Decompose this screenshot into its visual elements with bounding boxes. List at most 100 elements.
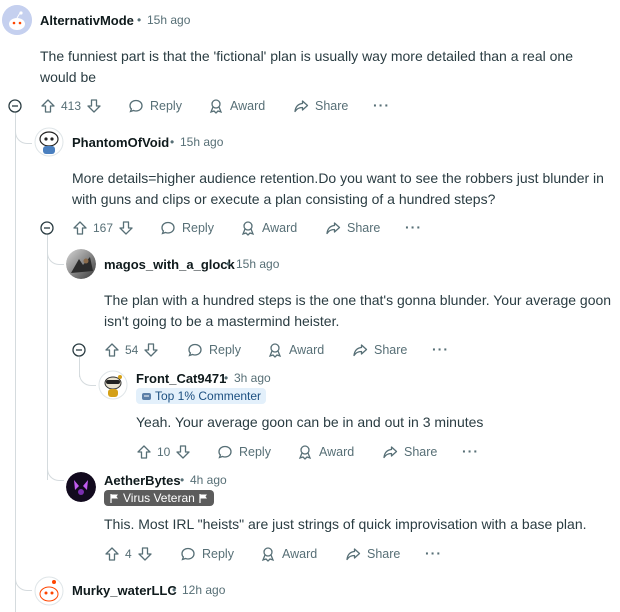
more-icon[interactable]: ··· [462,443,479,459]
reply-button[interactable]: Reply [128,98,182,114]
vote-count: 54 [125,343,139,357]
reply-icon [129,99,143,113]
vote-count: 167 [93,221,114,235]
award-icon [298,445,312,460]
separator-dot: • [170,135,175,149]
share-icon [326,222,341,235]
username[interactable]: Murky_waterLLC [72,583,177,598]
user-flair-badge[interactable]: Virus Veteran [104,490,214,506]
separator-dot: • [172,583,177,597]
share-button[interactable]: Share [345,546,400,562]
timestamp[interactable]: 15h ago [236,257,279,271]
reply-icon [181,547,195,561]
share-button[interactable]: Share [352,342,407,358]
more-icon[interactable]: ··· [432,341,449,357]
thread-line-0[interactable] [15,112,16,612]
avatar[interactable] [98,370,128,400]
reply-icon [188,343,202,357]
username[interactable]: AlternativMode [40,13,134,28]
award-button[interactable]: Award [208,98,265,114]
award-icon [209,99,223,114]
downvote-icon[interactable] [175,444,191,460]
comment-body: Yeah. Your average goon can be in and ou… [136,414,484,430]
upvote-icon[interactable] [40,98,56,114]
downvote-icon[interactable] [86,98,102,114]
timestamp[interactable]: 15h ago [147,13,190,27]
share-icon [346,548,361,561]
vote-count: 413 [61,99,82,113]
thread-curve [15,108,32,144]
collapse-icon[interactable] [72,343,86,357]
share-icon [383,446,398,459]
upvote-icon[interactable] [72,220,88,236]
reply-button[interactable]: Reply [187,342,241,358]
upvote-icon[interactable] [136,444,152,460]
separator-dot: • [226,257,231,271]
comment-badge-icon [142,392,151,400]
avatar[interactable] [66,472,96,502]
downvote-icon[interactable] [137,546,153,562]
snoo-avatar-icon [34,576,64,606]
more-icon[interactable]: ··· [405,219,422,235]
reply-icon [161,221,175,235]
upvote-icon[interactable] [104,546,120,562]
thread-curve [47,450,64,481]
award-button[interactable]: Award [260,546,317,562]
username[interactable]: AetherBytes [104,473,181,488]
vote-group: 10 [136,444,191,460]
separator-dot: • [180,473,185,487]
separator-dot: • [224,371,229,385]
share-button[interactable]: Share [382,444,437,460]
vote-count: 10 [157,445,171,459]
award-icon [268,343,282,358]
more-icon[interactable]: ··· [373,97,390,113]
comment-body: The plan with a hundred steps is the one… [104,292,612,329]
share-button[interactable]: Share [293,98,348,114]
timestamp[interactable]: 12h ago [182,583,225,597]
timestamp[interactable]: 4h ago [190,473,227,487]
award-icon [241,221,255,236]
avatar[interactable] [2,5,32,35]
reply-button[interactable]: Reply [180,546,234,562]
thread-curve [79,357,96,386]
avatar[interactable] [66,249,96,279]
vote-group: 54 [104,342,159,358]
thread-line-1[interactable] [47,235,48,480]
user-flair-badge[interactable]: Top 1% Commenter [136,388,267,404]
flag-icon [199,493,207,503]
downvote-icon[interactable] [118,220,134,236]
user-photo-icon [66,249,96,279]
snoo-avatar-icon [2,5,32,35]
upvote-icon[interactable] [104,342,120,358]
collapse-icon[interactable] [40,221,54,235]
separator-dot: • [137,13,142,27]
reply-button[interactable]: Reply [160,220,214,236]
comment-body: The funniest part is that the 'fictional… [40,48,573,85]
share-icon [294,100,309,113]
more-icon[interactable]: ··· [425,545,442,561]
avatar[interactable] [34,576,64,606]
thread-curve [15,560,32,591]
username[interactable]: magos_with_a_glock [104,257,235,272]
award-icon [261,547,275,562]
username[interactable]: Front_Cat9471 [136,371,226,386]
award-button[interactable]: Award [297,444,354,460]
award-button[interactable]: Award [267,342,324,358]
vote-group: 167 [72,220,134,236]
share-button[interactable]: Share [325,220,380,236]
reply-icon [218,445,232,459]
timestamp[interactable]: 3h ago [234,371,271,385]
snoo-avatar-icon [34,127,64,157]
user-photo-icon [66,472,96,502]
flag-icon [110,493,118,503]
snoo-avatar-icon [98,370,128,400]
vote-count: 4 [125,547,132,561]
reply-button[interactable]: Reply [217,444,271,460]
username[interactable]: PhantomOfVoid [72,135,169,150]
share-icon [353,344,368,357]
timestamp[interactable]: 15h ago [180,135,223,149]
collapse-icon[interactable] [8,99,22,113]
downvote-icon[interactable] [143,342,159,358]
avatar[interactable] [34,127,64,157]
award-button[interactable]: Award [240,220,297,236]
